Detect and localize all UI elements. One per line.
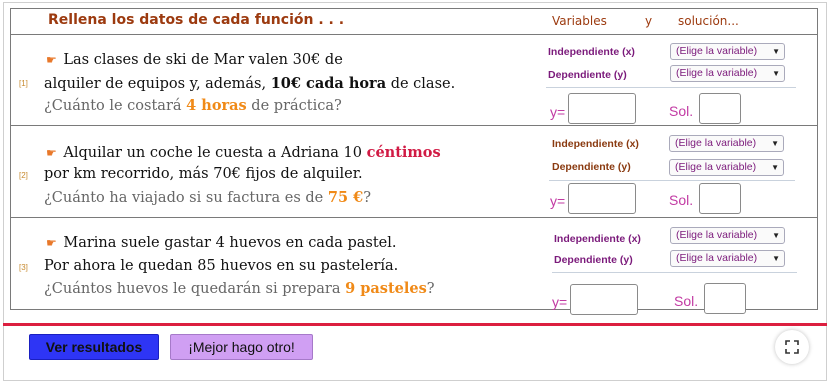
- chevron-down-icon: ▼: [772, 231, 780, 240]
- problem-number: [2]: [19, 171, 28, 180]
- divider-bar: [3, 323, 827, 326]
- independent-label: Independiente (x): [548, 46, 635, 58]
- independent-label: Independiente (x): [554, 233, 641, 245]
- y-equals-label: y=: [550, 193, 566, 209]
- chevron-down-icon: ▼: [772, 69, 780, 78]
- problem-question: ¿Cuánto ha viajado si su factura es de 7…: [44, 189, 371, 206]
- function-input[interactable]: [568, 183, 636, 214]
- solution-label: Sol.: [669, 103, 694, 119]
- y-equals-label: y=: [550, 104, 566, 120]
- problem-row-3: [3] ☛ Marina suele gastar 4 huevos en ca…: [11, 218, 817, 315]
- dependent-label: Dependiente (y): [552, 161, 631, 173]
- problem-line-1: ☛ Alquilar un coche le cuesta a Adriana …: [46, 144, 441, 161]
- y-equals-label: y=: [552, 294, 568, 310]
- independent-select[interactable]: (Elige la variable) ▼: [670, 227, 785, 244]
- new-exercise-button[interactable]: ¡Mejor hago otro!: [170, 334, 313, 360]
- chevron-down-icon: ▼: [771, 163, 779, 172]
- check-results-button[interactable]: Ver resultados: [29, 334, 159, 360]
- solution-input[interactable]: [699, 93, 741, 124]
- independent-select[interactable]: (Elige la variable) ▼: [670, 43, 785, 60]
- problem-line-2: Por ahora le quedan 85 huevos en su past…: [44, 258, 399, 274]
- divider: [546, 87, 796, 88]
- chevron-down-icon: ▼: [772, 254, 780, 263]
- problem-number: [1]: [19, 79, 28, 88]
- problem-line-2: alquiler de equipos y, además, 10€ cada …: [44, 75, 456, 92]
- header-y: y: [645, 14, 653, 28]
- chevron-down-icon: ▼: [771, 139, 779, 148]
- divider: [549, 180, 795, 181]
- divider: [552, 272, 797, 273]
- function-input[interactable]: [568, 93, 636, 124]
- chevron-down-icon: ▼: [772, 47, 780, 56]
- pointing-hand-icon: ☛: [46, 146, 57, 160]
- solution-input[interactable]: [704, 283, 746, 314]
- solution-label: Sol.: [674, 293, 699, 309]
- problem-line-1: ☛ Las clases de ski de Mar valen 30€ de: [46, 52, 343, 68]
- exercise-header: Rellena los datos de cada función . . . …: [11, 9, 817, 35]
- solution-label: Sol.: [669, 192, 694, 208]
- independent-select[interactable]: (Elige la variable) ▼: [669, 135, 784, 152]
- problem-line-1: ☛ Marina suele gastar 4 huevos en cada p…: [46, 235, 397, 251]
- dependent-label: Dependiente (y): [548, 69, 627, 81]
- fullscreen-button[interactable]: [775, 330, 809, 364]
- problem-number: [3]: [19, 263, 28, 272]
- header-solution: solución...: [678, 14, 739, 28]
- fullscreen-icon: [785, 340, 799, 354]
- function-input[interactable]: [570, 284, 638, 315]
- solution-input[interactable]: [699, 183, 741, 214]
- problem-question: ¿Cuántos huevos le quedarán si prepara 9…: [44, 280, 435, 297]
- independent-label: Independiente (x): [552, 138, 639, 150]
- dependent-select[interactable]: (Elige la variable) ▼: [670, 250, 785, 267]
- pointing-hand-icon: ☛: [46, 53, 57, 67]
- problem-question: ¿Cuánto le costará 4 horas de práctica?: [44, 97, 342, 114]
- problem-row-2: [2] ☛ Alquilar un coche le cuesta a Adri…: [11, 126, 817, 218]
- header-variables: Variables: [552, 14, 607, 28]
- exercise-title: Rellena los datos de cada función . . .: [48, 12, 345, 28]
- pointing-hand-icon: ☛: [46, 236, 57, 250]
- exercise-card: Rellena los datos de cada función . . . …: [10, 8, 818, 315]
- problem-row-1: [1] ☛ Las clases de ski de Mar valen 30€…: [11, 35, 817, 126]
- dependent-label: Dependiente (y): [554, 254, 633, 266]
- problem-line-2: por km recorrido, más 70€ fijos de alqui…: [44, 166, 363, 182]
- dependent-select[interactable]: (Elige la variable) ▼: [670, 65, 785, 82]
- dependent-select[interactable]: (Elige la variable) ▼: [669, 159, 784, 176]
